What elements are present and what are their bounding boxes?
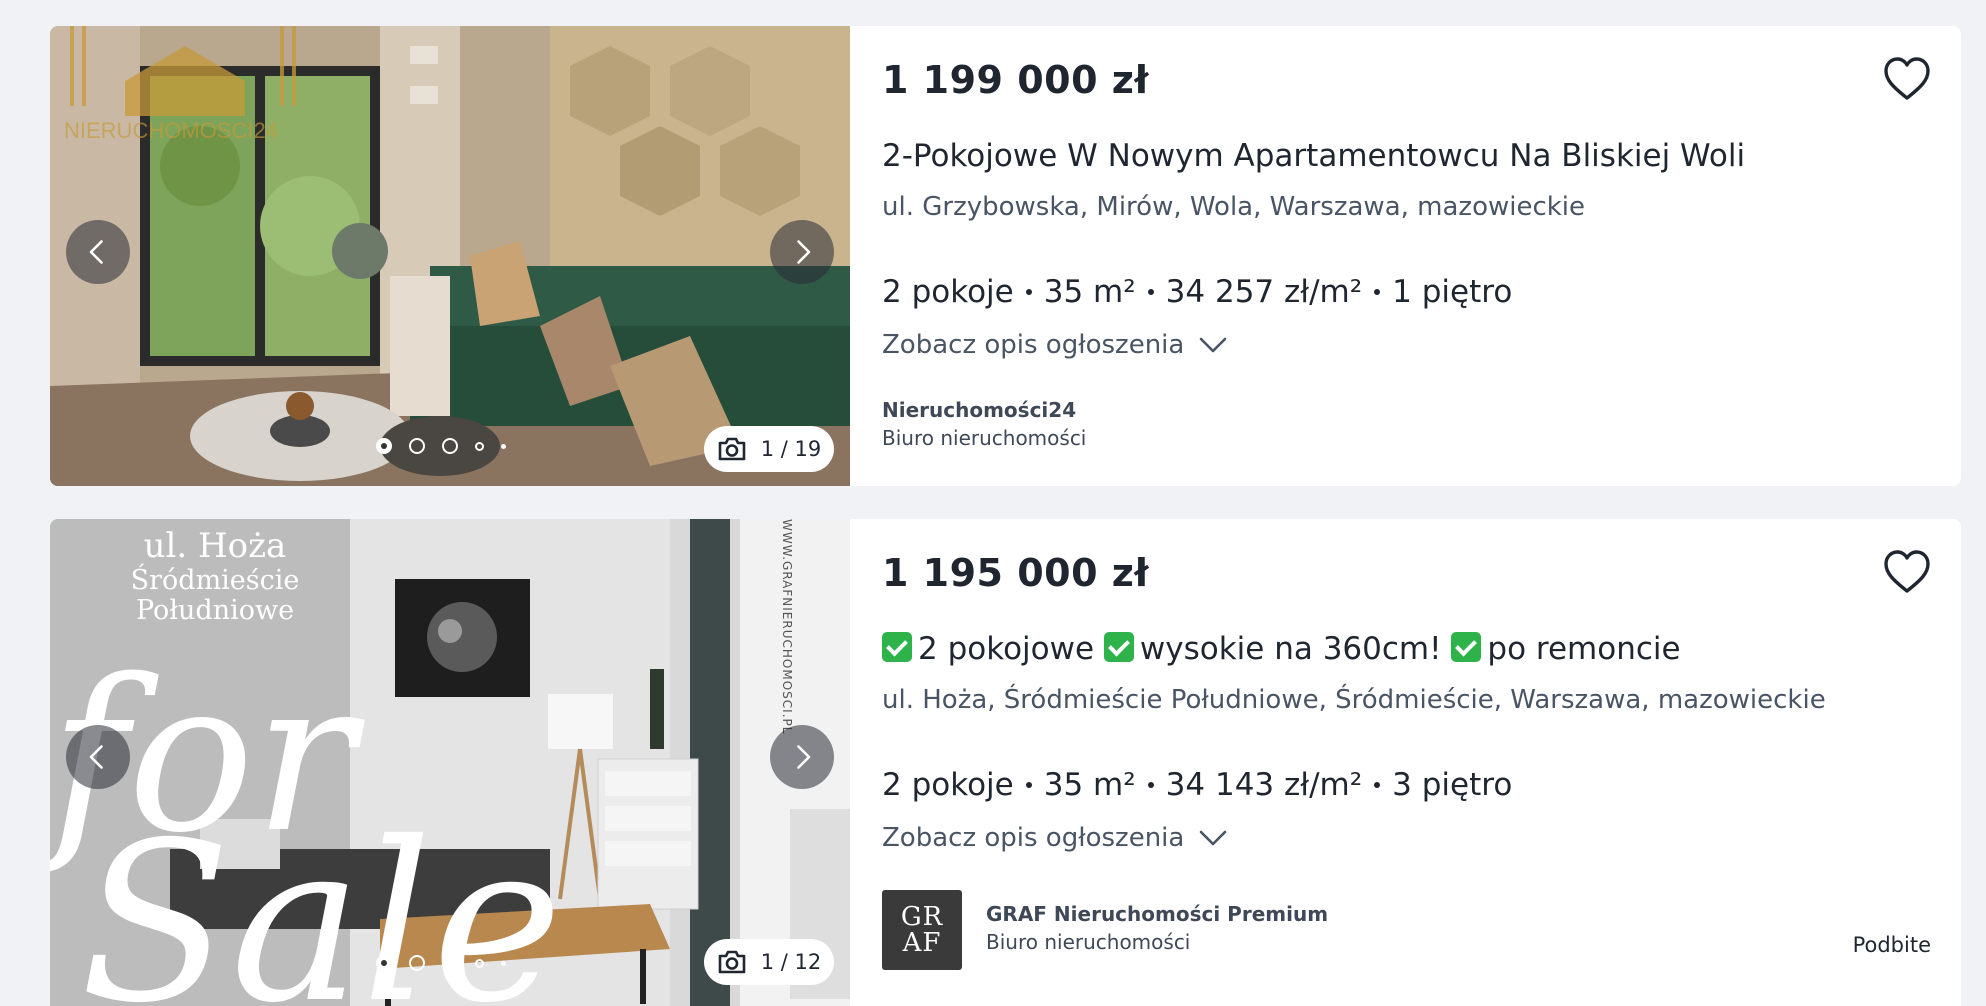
chevron-right-icon <box>797 240 811 264</box>
check-mark-icon <box>882 632 912 662</box>
photo-overlay-line-2: Śródmieście <box>131 562 300 596</box>
listing-info: 1 195 000 zł 2 pokojowe wysokie na 360cm… <box>882 519 1961 1006</box>
show-description-label: Zobacz opis ogłoszenia <box>882 823 1185 853</box>
chevron-down-icon <box>1200 830 1227 846</box>
separator-dot <box>1025 289 1032 295</box>
param-rooms: 2 pokoje <box>882 767 1014 803</box>
show-description-button[interactable]: Zobacz opis ogłoszenia <box>882 823 1228 853</box>
param-floor: 3 piętro <box>1392 767 1513 803</box>
param-area: 35 m² <box>1043 767 1136 803</box>
bumped-label: Podbite <box>1852 933 1931 957</box>
show-description-label: Zobacz opis ogłoszenia <box>882 330 1185 360</box>
camera-icon <box>718 950 746 974</box>
photo-pagination-dots <box>376 438 506 454</box>
param-floor: 1 piętro <box>1392 274 1513 310</box>
listing-address: ul. Hoża, Śródmieście Południowe, Śródmi… <box>882 685 1826 715</box>
agency-logo-line-2: AF <box>902 928 942 958</box>
heart-outline-icon[interactable] <box>1883 549 1931 595</box>
param-price-per-m2: 34 257 zł/m² <box>1165 274 1363 310</box>
pagination-dot[interactable] <box>475 441 484 451</box>
previous-photo-button[interactable] <box>66 725 130 789</box>
listing-price: 1 199 000 zł <box>882 58 1149 102</box>
separator-dot <box>1025 782 1032 788</box>
agency-name[interactable]: GRAF Nieruchomości Premium <box>986 902 1328 926</box>
check-mark-icon <box>1451 632 1482 662</box>
next-photo-button[interactable] <box>770 725 834 789</box>
photo-overlay-line-1: ul. Hoża <box>144 526 287 566</box>
photo-gallery[interactable]: NIERUCHOMOSCI24 1 / 19 <box>50 26 850 486</box>
agency-logo[interactable]: GR AF <box>882 890 962 970</box>
pagination-dot[interactable] <box>442 438 458 454</box>
agency-name[interactable]: Nieruchomości24 <box>882 398 1076 422</box>
pagination-dot[interactable] <box>501 960 506 966</box>
title-part: 2 pokojowe <box>918 631 1095 667</box>
pagination-dot-active[interactable] <box>376 438 392 454</box>
photo-counter-text: 1 / 19 <box>760 437 822 461</box>
param-rooms: 2 pokoje <box>882 274 1014 310</box>
listing-params: 2 pokoje 35 m² 34 143 zł/m² 3 piętro <box>882 767 1512 803</box>
camera-icon <box>718 437 746 461</box>
separator-dot <box>1374 289 1381 295</box>
next-photo-button[interactable] <box>770 220 834 284</box>
agency-type: Biuro nieruchomości <box>882 426 1087 450</box>
chevron-left-icon <box>89 745 103 769</box>
watermark-text: NIERUCHOMOSCI24 <box>64 118 278 143</box>
listing-title[interactable]: 2 pokojowe wysokie na 360cm! po remoncie <box>882 631 1681 667</box>
listing-photo: for Sale ul. Hoża Śródmieście Południowe… <box>50 519 850 1006</box>
separator-dot <box>1147 289 1154 295</box>
agency-type: Biuro nieruchomości <box>986 930 1191 954</box>
separator-dot <box>1374 782 1381 788</box>
chevron-left-icon <box>89 240 103 264</box>
listing-params: 2 pokoje 35 m² 34 257 zł/m² 1 piętro <box>882 274 1512 310</box>
listing-card[interactable]: NIERUCHOMOSCI24 1 / 19 1 199 000 zł 2-Po… <box>50 26 1961 486</box>
param-area: 35 m² <box>1043 274 1136 310</box>
sale-overlay-text-2: Sale <box>80 795 562 1006</box>
photo-counter-badge[interactable]: 1 / 19 <box>704 426 834 472</box>
previous-photo-button[interactable] <box>66 220 130 284</box>
listing-address: ul. Grzybowska, Mirów, Wola, Warszawa, m… <box>882 192 1586 222</box>
photo-pagination-dots <box>376 955 506 971</box>
photo-counter-text: 1 / 12 <box>760 950 822 974</box>
listing-title[interactable]: 2-Pokojowe W Nowym Apartamentowcu Na Bli… <box>882 138 1745 174</box>
listing-price: 1 195 000 zł <box>882 551 1149 595</box>
pagination-dot[interactable] <box>442 955 458 971</box>
listing-photo: NIERUCHOMOSCI24 <box>50 26 850 486</box>
show-description-button[interactable]: Zobacz opis ogłoszenia <box>882 330 1228 360</box>
pagination-dot[interactable] <box>409 438 425 454</box>
photo-side-watermark: WWW.GRAFNIERUCHOMOSCI.PL <box>780 519 794 734</box>
photo-gallery[interactable]: for Sale ul. Hoża Śródmieście Południowe… <box>50 519 850 1006</box>
param-price-per-m2: 34 143 zł/m² <box>1165 767 1363 803</box>
pagination-dot[interactable] <box>475 958 484 968</box>
chevron-down-icon <box>1200 337 1227 353</box>
pagination-dot[interactable] <box>409 955 425 971</box>
listing-info: 1 199 000 zł 2-Pokojowe W Nowym Apartame… <box>882 26 1961 486</box>
photo-counter-badge[interactable]: 1 / 12 <box>704 939 834 985</box>
title-part: po remoncie <box>1487 631 1681 667</box>
listing-card[interactable]: for Sale ul. Hoża Śródmieście Południowe… <box>50 519 1961 1006</box>
agency-logo-line-1: GR <box>900 902 944 932</box>
title-part: wysokie na 360cm! <box>1139 631 1442 667</box>
pagination-dot[interactable] <box>501 443 506 449</box>
chevron-right-icon <box>797 745 811 769</box>
check-mark-icon <box>1103 632 1134 662</box>
pagination-dot-active[interactable] <box>376 955 392 971</box>
photo-overlay-line-3: Południowe <box>136 595 294 626</box>
heart-outline-icon[interactable] <box>1883 56 1931 102</box>
separator-dot <box>1147 782 1154 788</box>
